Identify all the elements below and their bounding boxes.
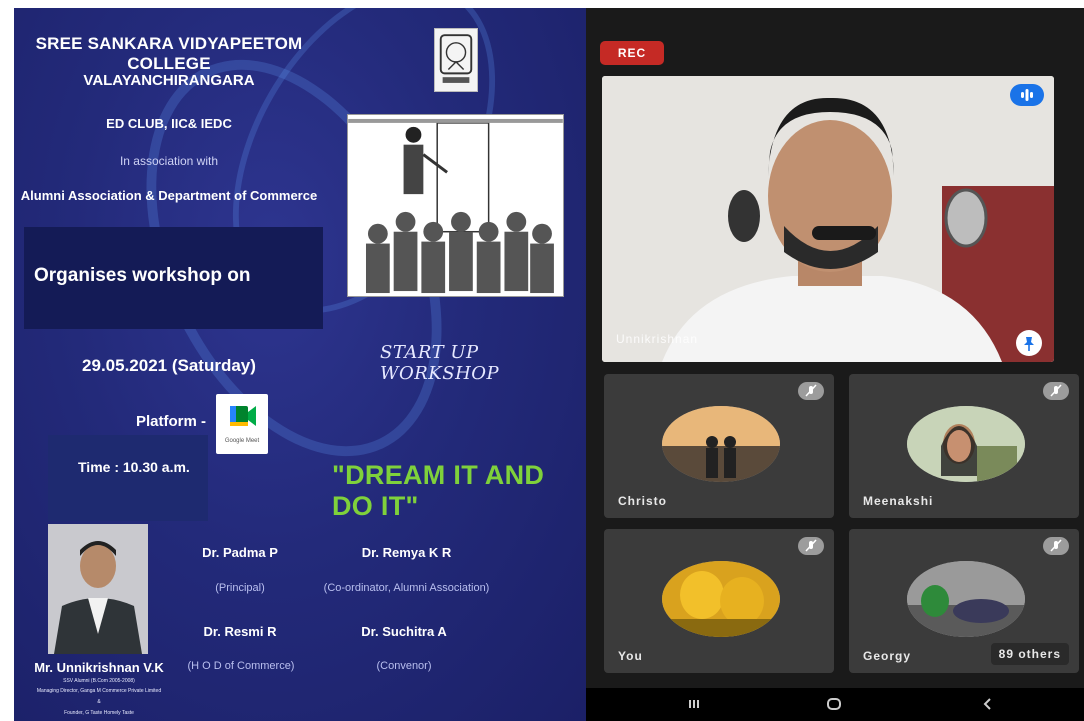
participant-tile[interactable]: Meenakshi xyxy=(849,374,1079,518)
organises-label: Organises workshop on xyxy=(34,265,251,286)
association-intro: In association with xyxy=(119,154,219,168)
speaker-detail: SSV Alumni (B.Com 2005-2008) xyxy=(63,678,135,684)
event-poster: SREE SANKARA VIDYAPEETOM COLLEGE VALAYAN… xyxy=(14,8,586,721)
slogan: "DREAM IT AND DO IT" xyxy=(332,460,545,521)
presenter-name: Unnikrishnan xyxy=(616,332,699,346)
person-role: (Convenor) xyxy=(376,660,432,672)
person-name: Dr. Resmi R xyxy=(203,624,277,639)
participant-avatar xyxy=(907,406,1025,482)
android-nav-bar xyxy=(586,688,1084,721)
speaker-detail: Founder, G Taste Homely Taste xyxy=(64,710,134,716)
participant-tile[interactable]: You xyxy=(604,529,834,673)
college-place: VALAYANCHIRANGARA xyxy=(83,72,255,89)
speaker-name: Mr. Unnikrishnan V.K xyxy=(34,660,164,675)
google-meet-logo-text: Google Meet xyxy=(225,438,260,444)
back-icon[interactable] xyxy=(976,692,1000,716)
participant-name: You xyxy=(618,649,643,663)
person-role: (Principal) xyxy=(215,582,265,594)
participant-avatar xyxy=(907,561,1025,637)
mic-off-icon xyxy=(798,382,824,400)
platform-label: Platform - xyxy=(135,413,206,430)
speaker-detail: & xyxy=(97,699,101,705)
time-banner: Time : 10.30 a.m. xyxy=(48,435,208,521)
person-role: (Co-ordinator, Alumni Association) xyxy=(323,582,490,594)
person-name: Dr. Suchitra A xyxy=(361,624,447,639)
participant-avatar xyxy=(662,561,780,637)
organises-banner: Organises workshop on xyxy=(24,227,323,329)
google-meet-logo: Google Meet xyxy=(216,394,268,454)
recording-badge: REC xyxy=(600,41,664,65)
person-role: (H O D of Commerce) xyxy=(187,660,295,672)
association-name: Alumni Association & Department of Comme… xyxy=(20,188,318,203)
speaker-detail: Managing Director, Ganga M Commerce Priv… xyxy=(36,688,162,694)
participant-name: Christo xyxy=(618,494,667,508)
mic-off-icon xyxy=(1043,382,1069,400)
presenter-video xyxy=(602,76,1054,362)
mic-off-icon xyxy=(798,537,824,555)
participant-tile[interactable]: Georgy 89 others xyxy=(849,529,1079,673)
participant-name: Meenakshi xyxy=(863,494,934,508)
speaker-photo xyxy=(48,524,148,654)
workshop-title: START UP WORKSHOP xyxy=(380,342,500,384)
college-name: SREE SANKARA VIDYAPEETOM COLLEGE xyxy=(35,34,303,73)
others-count-badge[interactable]: 89 others xyxy=(990,643,1069,665)
mic-off-icon xyxy=(1043,537,1069,555)
pin-icon[interactable] xyxy=(1016,330,1042,356)
home-icon[interactable] xyxy=(822,692,846,716)
event-date: 29.05.2021 (Saturday) xyxy=(82,356,256,375)
recent-apps-icon[interactable] xyxy=(682,692,706,716)
participant-avatar xyxy=(662,406,780,482)
event-time: Time : 10.30 a.m. xyxy=(78,459,190,475)
college-emblem-logo xyxy=(434,28,478,92)
presenter-video-tile[interactable]: Unnikrishnan xyxy=(602,76,1054,362)
presentation-illustration xyxy=(347,114,564,297)
meet-call-screen: REC Unnikrishnan Christo Meenakshi You G… xyxy=(586,8,1084,721)
organizing-clubs: ED CLUB, IIC& IEDC xyxy=(106,116,232,131)
person-name: Dr. Remya K R xyxy=(361,545,452,560)
person-name: Dr. Padma P xyxy=(202,545,278,560)
participant-name: Georgy xyxy=(863,649,912,663)
participant-tile[interactable]: Christo xyxy=(604,374,834,518)
audio-wave-icon xyxy=(1010,84,1044,106)
